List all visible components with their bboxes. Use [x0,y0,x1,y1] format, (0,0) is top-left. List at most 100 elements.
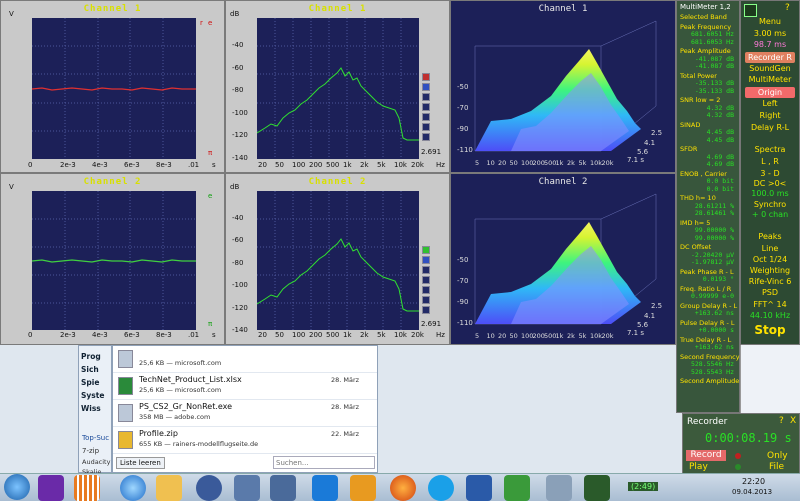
marker-e[interactable]: e [208,19,212,27]
recorder-close-icon[interactable]: X [790,416,796,426]
3d-button[interactable]: 3 - D [744,169,796,178]
teamviewer-icon[interactable] [312,475,338,501]
right-button[interactable]: Right [744,111,796,120]
audio-app-icon[interactable] [584,475,610,501]
time-plot-svg [31,191,196,330]
marker-pi[interactable]: π [208,320,212,328]
only-button[interactable]: Only [767,451,788,461]
meter-label[interactable]: Second Amplitude [680,377,739,385]
download-item[interactable]: TechNet_Product_List.xlsx 25,6 KB — micro… [113,373,377,400]
left-button[interactable]: Left [744,99,796,108]
app-icon[interactable] [234,475,260,501]
legend-swatch[interactable] [422,113,430,121]
legend-swatch[interactable] [422,256,430,264]
origin-button[interactable]: Origin [745,87,795,98]
lr-button[interactable]: L , R [744,157,796,166]
dc-button[interactable]: DC >0< [744,179,796,188]
meter-label[interactable]: Selected Band [680,13,727,21]
oct-button[interactable]: Oct 1/24 [744,255,796,264]
legend-swatch[interactable] [422,83,430,91]
peaks-button[interactable]: Peaks [744,232,796,241]
tray-badge[interactable]: (2:49) [628,482,659,491]
download-item[interactable]: Profile.zip 655 KB — rainers-modellflugse… [113,427,377,454]
spectrum-plot-area[interactable] [256,18,419,159]
spectrum-plot-svg [256,191,419,330]
firefox-icon[interactable] [390,475,416,501]
legend-swatch[interactable] [422,266,430,274]
legend-swatch[interactable] [422,73,430,81]
soundgen-button[interactable]: SoundGen [744,64,796,73]
time-plot-area[interactable] [31,18,196,159]
legend-swatch[interactable] [422,276,430,284]
download-item[interactable]: PS_CS2_Gr_NonRet.exe 358 MB — adobe.com 28… [113,400,377,427]
rife-vinc-button[interactable]: Rife-Vinc 6 [744,277,796,286]
stop-button[interactable]: Stop [744,323,796,337]
recorder-button[interactable]: Recorder R [745,52,795,63]
help-icon[interactable]: ? [785,3,790,13]
side-list-item[interactable]: Sich [81,365,99,374]
clock-time[interactable]: 22:20 [742,477,765,486]
downloads-search-input[interactable] [273,456,375,469]
side-list-item[interactable]: Spie [81,378,99,387]
side-list-item[interactable]: Prog [81,352,101,361]
wf-ytick: -110 [457,146,473,154]
multimeter-button[interactable]: MultiMeter [744,75,796,84]
dc-value[interactable]: 100.0 ms [744,189,796,198]
legend-swatch[interactable] [422,133,430,141]
side-list-item[interactable]: Syste [81,391,104,400]
app-icon[interactable] [504,475,530,501]
x-tick-label: 20k [411,161,424,169]
sample-rate-value[interactable]: 44.10 kHz [744,311,796,320]
psd-button[interactable]: PSD [744,288,796,297]
time-plot-area[interactable] [31,191,196,330]
app-icon[interactable] [196,475,222,501]
legend-swatch[interactable] [422,103,430,111]
wf-depth-tick: 4.1 [644,139,656,147]
calculator-icon[interactable] [546,475,572,501]
play-button[interactable]: Play [689,462,708,472]
start-orb-icon[interactable] [4,474,30,500]
meter-label[interactable]: SINAD [680,121,700,129]
clear-list-button[interactable]: Liste leeren [116,457,165,469]
app-icon[interactable] [270,475,296,501]
ie-icon[interactable] [120,475,146,501]
marker-r[interactable]: r [200,19,203,27]
synchro-value[interactable]: + 0 chan [744,210,796,219]
timebase-value[interactable]: 3.00 ms [744,29,796,38]
x-tick-label: 50 [275,161,284,169]
legend-swatch[interactable] [422,123,430,131]
synchro-button[interactable]: Synchro [744,200,796,209]
record-button[interactable]: Record [686,450,726,461]
app-icon[interactable] [38,475,64,501]
legend-swatch[interactable] [422,246,430,254]
spectrum-plot-area[interactable] [256,191,419,330]
spectra-button[interactable]: Spectra [744,145,796,154]
skype-icon[interactable] [428,475,454,501]
fft-size-button[interactable]: FFT^ 14 [744,300,796,309]
side-7zip[interactable]: 7-zip [82,447,99,455]
delay-button[interactable]: Delay R-L [744,123,796,132]
side-list-item[interactable]: Wiss [81,404,101,413]
app-icon[interactable] [350,475,376,501]
file-button[interactable]: File [769,462,784,472]
window-value[interactable]: 98.7 ms [744,40,796,49]
y-unit-label: V [9,10,14,18]
meter-label[interactable]: SFDR [680,145,697,153]
download-item[interactable]: 25,6 KB — microsoft.com [113,346,377,373]
marker-pi[interactable]: π [208,149,212,157]
x-tick-label: 8e-3 [156,331,172,339]
marker-e[interactable]: e [208,192,212,200]
legend-swatch[interactable] [422,296,430,304]
side-audacity[interactable]: Audacity [82,458,110,466]
explorer-icon[interactable] [156,475,182,501]
legend-swatch[interactable] [422,93,430,101]
weighting-button[interactable]: Weighting [744,266,796,275]
recorder-help-icon[interactable]: ? [779,416,784,426]
y-unit-label: dB [230,183,240,191]
line-button[interactable]: Line [744,244,796,253]
word-icon[interactable] [466,475,492,501]
legend-swatch[interactable] [422,286,430,294]
legend-swatch[interactable] [422,306,430,314]
clock-date[interactable]: 09.04.2013 [732,488,772,496]
app-icon[interactable] [74,475,100,501]
